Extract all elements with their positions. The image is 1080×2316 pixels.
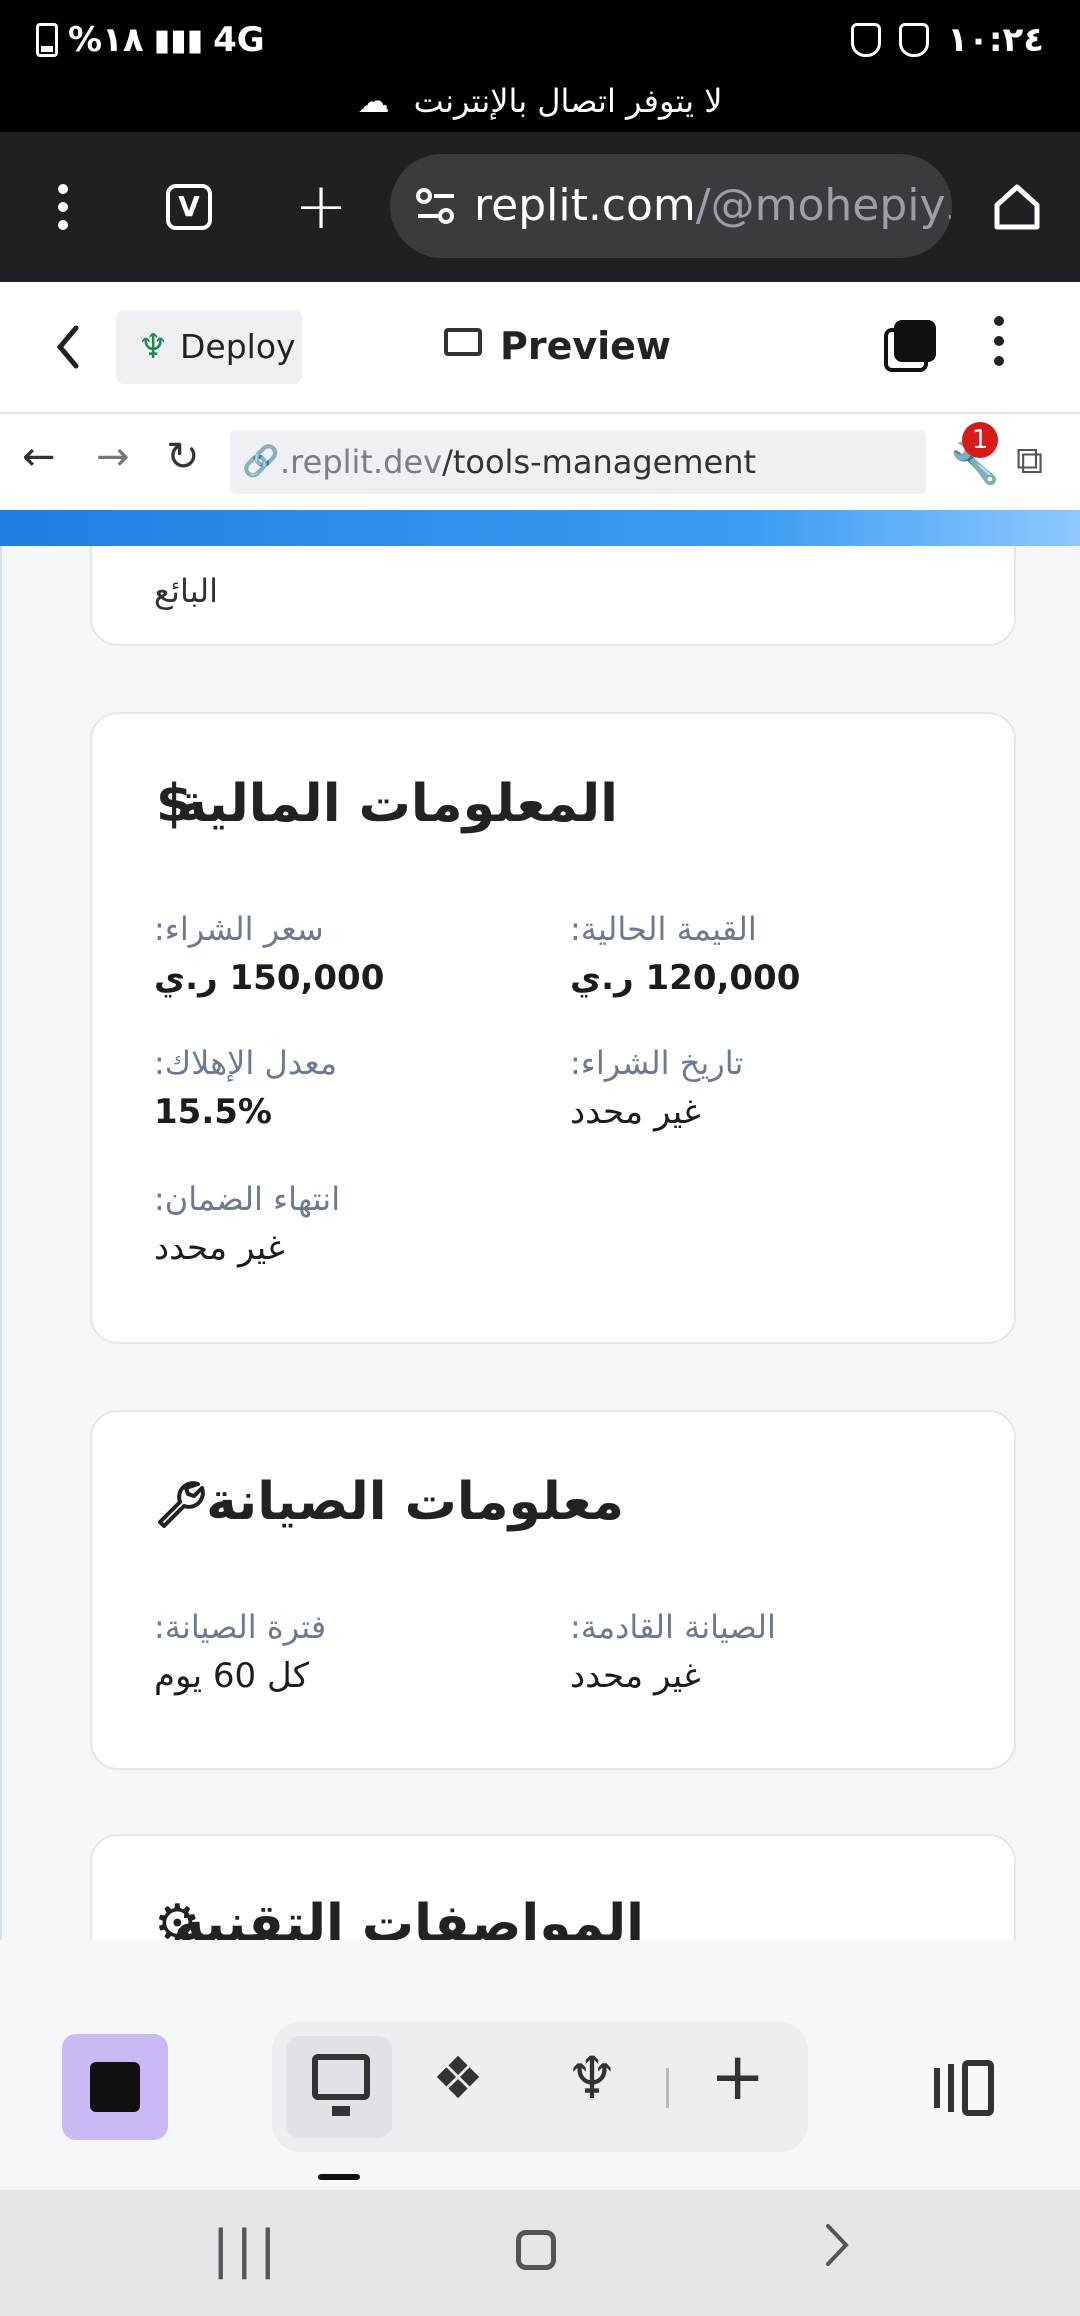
financial-info-card: المعلومات المالية $ القيمة الحالية: 120,… [90, 712, 1016, 1344]
warranty-field: انتهاء الضمان: غير محدد [154, 1180, 514, 1268]
page-content[interactable]: البائع المعلومات المالية $ القيمة الحالي… [0, 546, 1080, 1940]
replit-bottom-dock: ❖ ♆ + [0, 1940, 1080, 2190]
next-maintenance-label: الصيانة القادمة: [570, 1608, 776, 1646]
add-tab-icon[interactable]: + [710, 2038, 765, 2115]
shield-icon [851, 23, 882, 57]
link-icon: 🔗 [242, 444, 280, 479]
open-external-icon[interactable]: ⧉ [1016, 438, 1043, 483]
status-right: ١٠:٢٤ [851, 20, 1044, 60]
preview-monitor-icon[interactable] [312, 2054, 370, 2116]
partial-card: البائع [90, 546, 1016, 646]
reload-icon[interactable]: ↻ [166, 434, 200, 480]
system-nav-bar: ||| [0, 2190, 1080, 2316]
purchase-price: 150,000 ر.ي [154, 958, 385, 998]
back-nav-icon[interactable] [822, 2220, 852, 2283]
preview-label: Preview [500, 324, 672, 368]
deploy-tree-icon: ♆ [138, 327, 169, 367]
next-maintenance: غير محدد [570, 1656, 701, 1696]
maintenance-interval-label: فترة الصيانة: [154, 1608, 327, 1646]
url-bar[interactable]: replit.com/@mohepiy38 [390, 154, 952, 258]
browser-menu-icon[interactable] [28, 172, 98, 242]
purchase-price-field: سعر الشراء: 150,000 ر.ي [154, 910, 514, 998]
cloud-off-icon: ☁ [357, 82, 390, 120]
next-maintenance-field: الصيانة القادمة: غير محدد [570, 1608, 930, 1696]
specs-title: المواصفات التقنية [173, 1894, 644, 1940]
back-icon[interactable] [52, 322, 82, 384]
partial-text: البائع [154, 572, 218, 610]
gear-icon: ⚙ [154, 1894, 201, 1940]
layers-icon[interactable] [884, 320, 936, 372]
address-path: /tools-management [442, 443, 757, 481]
offline-banner: لا يتوفر اتصال بالإنترنت ☁ [0, 74, 1080, 132]
current-value: 120,000 ر.ي [570, 958, 801, 998]
browser-toolbar: V + replit.com/@mohepiy38 [0, 132, 1080, 282]
wrench-icon [154, 1478, 208, 1545]
maintenance-interval-field: فترة الصيانة: كل 60 يوم [154, 1608, 514, 1696]
home-nav-icon[interactable] [516, 2230, 556, 2270]
site-settings-icon[interactable] [416, 188, 456, 224]
preview-tab[interactable]: Preview [440, 316, 671, 376]
purchase-date: غير محدد [570, 1092, 701, 1132]
current-value-label: القيمة الحالية: [570, 910, 757, 948]
battery-level: %١٨ [68, 20, 144, 60]
webview-nav: ← → ↻ 🔗 .replit.dev/tools-management 🔧 1… [0, 414, 1080, 510]
panel-toggle-icon[interactable] [934, 2060, 994, 2116]
clock: ١٠:٢٤ [947, 20, 1044, 60]
shield-icon-2 [899, 23, 930, 57]
loading-progress-bar [0, 510, 1080, 546]
deploy-button[interactable]: ♆ Deploy [116, 310, 302, 384]
offline-text: لا يتوفر اتصال بالإنترنت [413, 82, 723, 120]
tab-count: V [166, 184, 212, 230]
webview-address-bar[interactable]: 🔗 .replit.dev/tools-management [230, 430, 926, 494]
warranty-label: انتهاء الضمان: [154, 1180, 341, 1218]
financial-title: المعلومات المالية [176, 774, 619, 834]
active-tab-indicator [318, 2174, 360, 2180]
depreciation-field: معدل الإهلاك: 15.5% [154, 1044, 514, 1132]
signal-icon: ▮▮▮ [153, 22, 204, 58]
devtools-badge: 1 [962, 422, 998, 458]
home-icon[interactable] [982, 172, 1052, 242]
network-type: 4G [213, 20, 265, 60]
apps-grid-icon[interactable]: ❖ [432, 2044, 484, 2112]
webview-back-icon[interactable]: ← [22, 434, 56, 480]
dock-divider [666, 2068, 669, 2108]
stop-button[interactable] [62, 2034, 168, 2140]
status-bar: %١٨ ▮▮▮ 4G ١٠:٢٤ [0, 0, 1080, 82]
url-path: /@mohepiy38 [695, 180, 952, 231]
tab-switcher-button[interactable]: V [154, 172, 224, 242]
maintenance-info-card: معلومات الصيانة الصيانة القادمة: غير محد… [90, 1410, 1016, 1770]
monitor-icon [444, 328, 482, 356]
purchase-date-field: تاريخ الشراء: غير محدد [570, 1044, 930, 1132]
replit-header: ♆ Deploy Preview [0, 282, 1080, 414]
warranty-end: غير محدد [154, 1228, 285, 1268]
status-left: %١٨ ▮▮▮ 4G [36, 20, 265, 60]
partial-field: البائع [154, 572, 514, 610]
address-host: .replit.dev [280, 443, 443, 481]
purchase-date-label: تاريخ الشراء: [570, 1044, 744, 1082]
battery-icon [36, 23, 58, 57]
webview-forward-icon[interactable]: → [96, 434, 130, 480]
more-options-icon[interactable] [994, 316, 1004, 366]
current-value-field: القيمة الحالية: 120,000 ر.ي [570, 910, 930, 998]
depreciation-rate: 15.5% [154, 1092, 272, 1132]
dollar-icon: $ [156, 774, 193, 834]
deploy-label: Deploy [180, 327, 296, 366]
depreciation-label: معدل الإهلاك: [154, 1044, 338, 1082]
new-tab-icon[interactable]: + [286, 170, 356, 244]
technical-specs-card: المواصفات التقنية ⚙ [90, 1834, 1016, 1940]
maintenance-interval: كل 60 يوم [154, 1656, 309, 1696]
url-host: replit.com [474, 180, 696, 231]
maintenance-title: معلومات الصيانة [206, 1472, 624, 1532]
deploy-icon[interactable]: ♆ [566, 2044, 618, 2112]
purchase-price-label: سعر الشراء: [154, 910, 324, 948]
recents-icon[interactable]: ||| [212, 2220, 283, 2280]
dock-tabs: ❖ ♆ + [272, 2022, 808, 2152]
